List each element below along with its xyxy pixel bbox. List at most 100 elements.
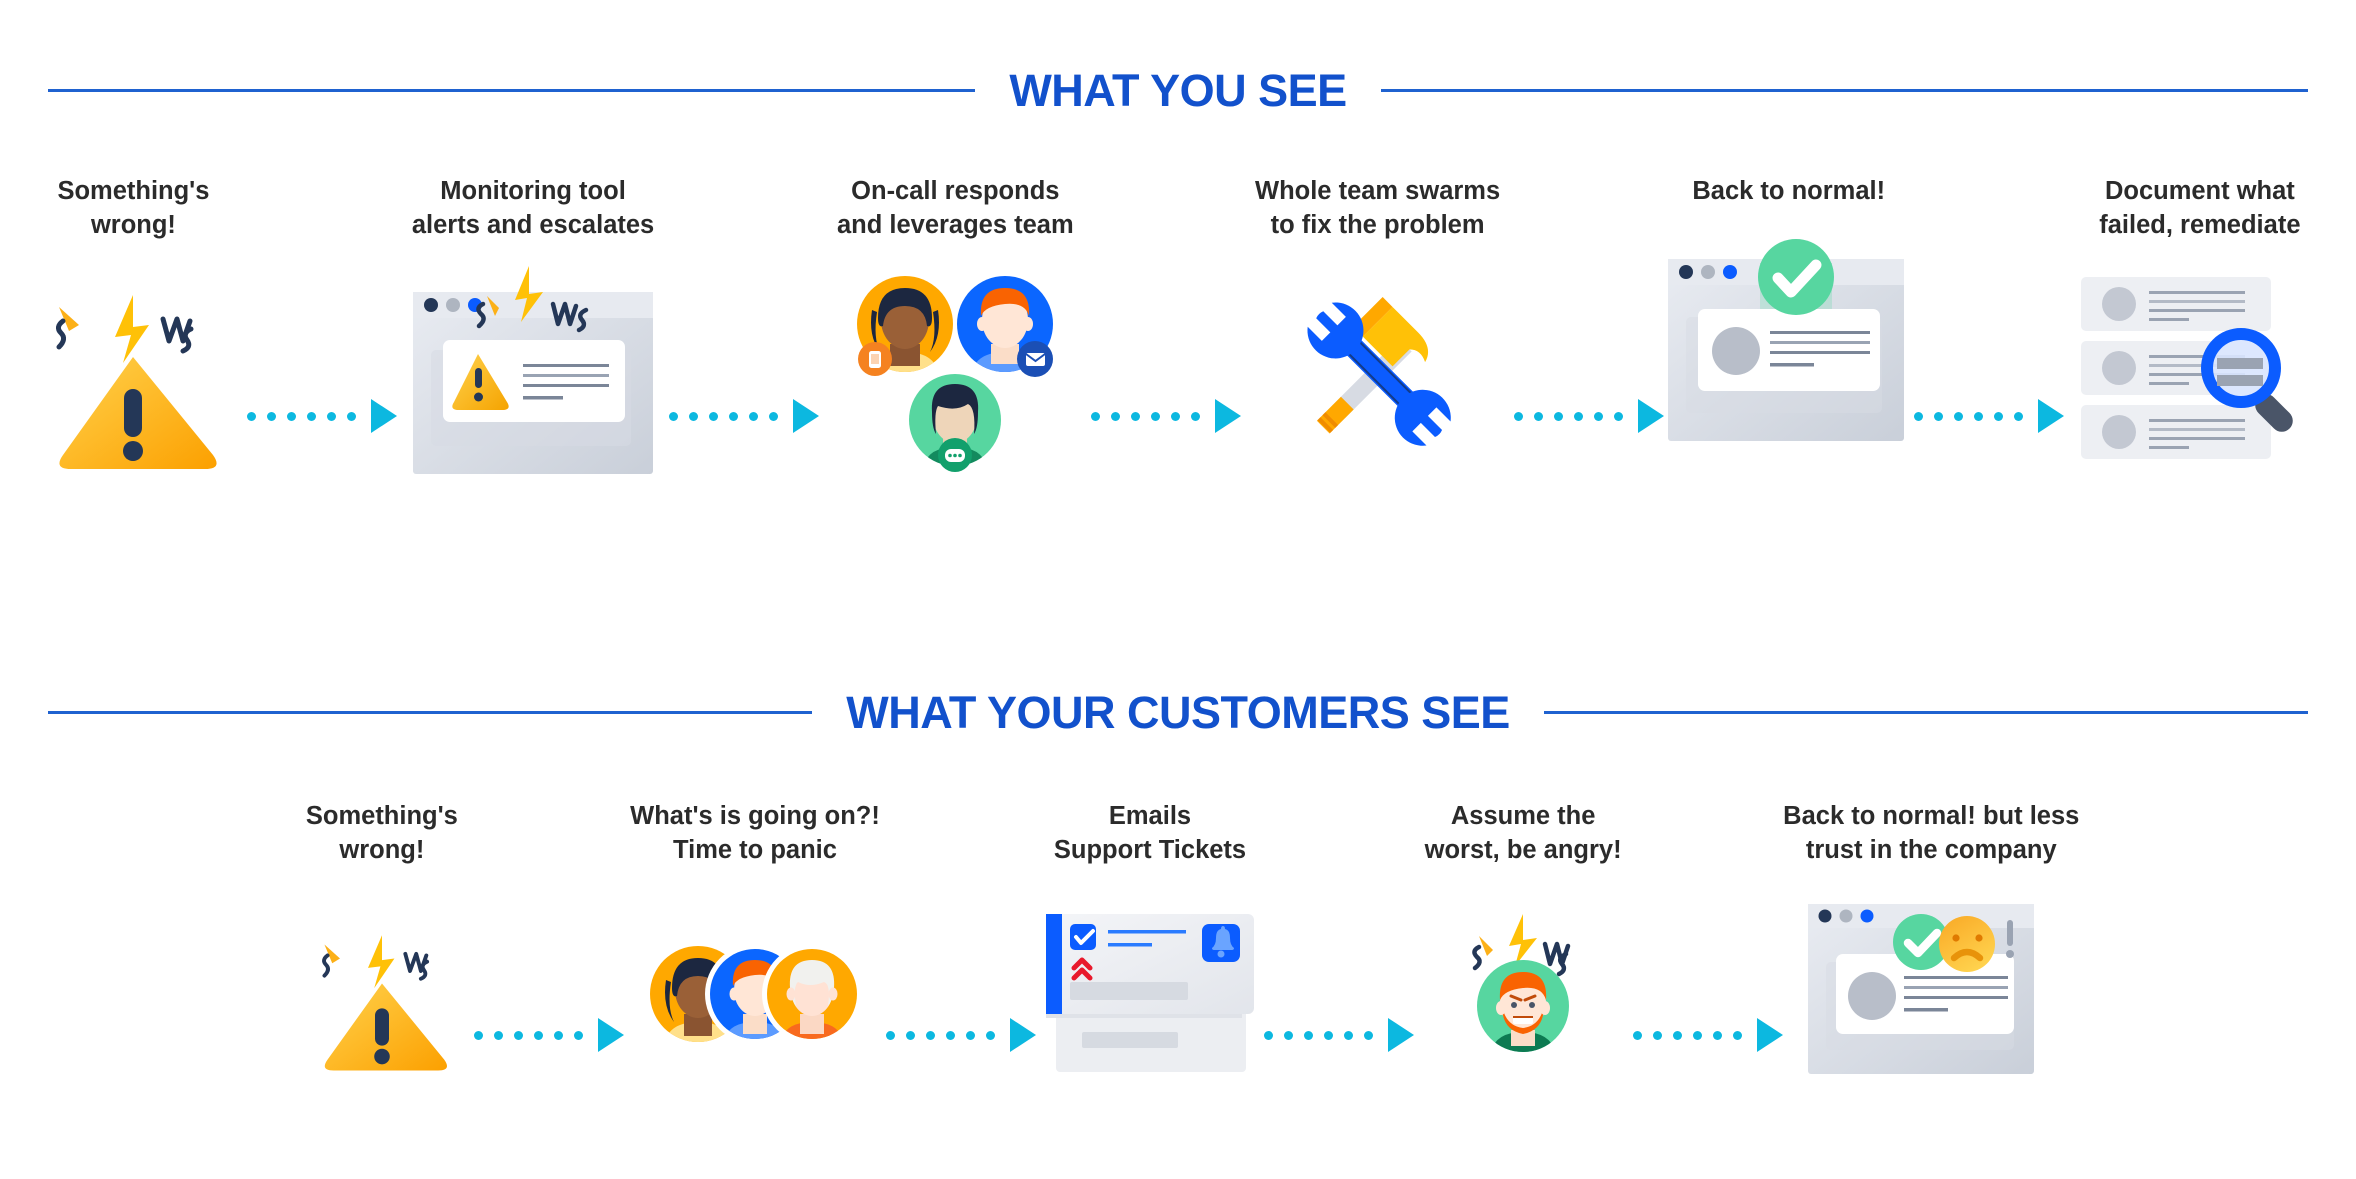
arrow-dot <box>689 411 699 421</box>
step-label: On-call responds and leverages team <box>836 177 1074 239</box>
arrow-dot <box>473 1030 483 1040</box>
arrow-dot <box>926 1030 936 1040</box>
arrow-dot <box>1692 1030 1702 1040</box>
step-label: Back to normal! <box>1692 177 1886 205</box>
step-oncall-responds: On-call responds and leverages team <box>819 175 1091 477</box>
header-rule-right <box>1543 711 2309 714</box>
step-assume-the-worst: Assume the worst, be angry! <box>1414 800 1633 1059</box>
avatar-oncall-3 <box>909 374 1002 473</box>
warning-triangle-icon <box>312 927 452 1077</box>
step-monitoring-tool: Monitoring tool alerts and escalates <box>397 175 669 476</box>
arrow-dot <box>553 1030 563 1040</box>
arrow-dot <box>1191 411 1201 421</box>
step-label: Document what failed, remediate <box>2099 177 2301 239</box>
arrow-dot <box>1263 1030 1273 1040</box>
dotted-arrow <box>669 399 820 433</box>
header-rule-left <box>48 89 976 92</box>
infographic-page: WHAT YOU SEE Something's wrong! Monitori… <box>0 0 2356 1179</box>
arrow-dot <box>1593 411 1603 421</box>
section-title: WHAT YOU SEE <box>1009 65 1347 116</box>
step-label: Back to normal! but less trust in the co… <box>1783 802 2080 864</box>
dotted-arrow <box>1263 1018 1414 1052</box>
arrow-dot <box>266 411 276 421</box>
arrow-head <box>1215 399 1242 433</box>
arrow-dot <box>749 411 759 421</box>
arrow-dot <box>2013 411 2023 421</box>
step-label: Something's wrong! <box>305 802 458 864</box>
arrow-dot <box>886 1030 896 1040</box>
browser-success-check-icon <box>1664 233 1914 448</box>
arrow-dot <box>1672 1030 1682 1040</box>
angry-customer-avatar-icon <box>1453 899 1593 1059</box>
arrow-dot <box>1283 1030 1293 1040</box>
browser-alert-window-icon <box>403 265 663 476</box>
arrow-dot <box>1933 411 1943 421</box>
arrow-dot <box>1171 411 1181 421</box>
arrow-head <box>793 399 820 433</box>
header-rule-left <box>48 711 813 714</box>
dotted-arrow <box>1632 1018 1783 1052</box>
steps-row-what-you-see: Something's wrong! Monitoring tool alert… <box>20 175 2336 477</box>
arrow-dot <box>709 411 719 421</box>
arrow-dot <box>286 411 296 421</box>
arrow-dot <box>986 1030 996 1040</box>
arrow-dot <box>906 1030 916 1040</box>
customer-avatars-group-icon <box>650 925 862 1065</box>
arrow-dot <box>1652 1030 1662 1040</box>
arrow-dot <box>246 411 256 421</box>
arrow-dot <box>1993 411 2003 421</box>
arrow-head <box>2037 399 2064 433</box>
arrow-dot <box>1573 411 1583 421</box>
steps-row-what-customers-see: Something's wrong! What's is going on?! … <box>290 800 2080 1084</box>
arrow-dot <box>966 1030 976 1040</box>
arrow-dot <box>573 1030 583 1040</box>
arrow-dot <box>533 1030 543 1040</box>
step-label: Emails Support Tickets <box>1053 802 1247 864</box>
arrow-dot <box>1513 411 1523 421</box>
arrow-head <box>1756 1018 1783 1052</box>
arrow-dot <box>1613 411 1623 421</box>
arrow-dot <box>493 1030 503 1040</box>
dotted-arrow <box>246 399 397 433</box>
arrow-dot <box>1973 411 1983 421</box>
arrow-head <box>1637 399 1664 433</box>
arrow-dot <box>1303 1030 1313 1040</box>
step-less-trust: Back to normal! but less trust in the co… <box>1783 800 2081 1084</box>
step-emails-support-tickets: Emails Support Tickets <box>1036 800 1264 1081</box>
warning-triangle-icon <box>43 286 223 476</box>
arrow-dot <box>306 411 316 421</box>
step-label: What's is going on?! Time to panic <box>630 802 880 864</box>
arrow-dot <box>669 411 679 421</box>
step-something-wrong: Something's wrong! <box>20 175 247 476</box>
arrow-head <box>1010 1018 1037 1052</box>
step-customer-something-wrong: Something's wrong! <box>290 800 474 1077</box>
browser-mixed-sentiment-icon <box>1804 889 2059 1084</box>
document-list-magnifier-icon <box>2077 268 2322 468</box>
arrow-dot <box>1953 411 1963 421</box>
section-header-what-customers-see: WHAT YOUR CUSTOMERS SEE <box>0 690 2356 735</box>
arrow-dot <box>326 411 336 421</box>
step-label: Assume the worst, be angry! <box>1424 802 1622 864</box>
step-back-to-normal: Back to normal! <box>1664 175 1914 448</box>
arrow-dot <box>1091 411 1101 421</box>
step-customer-panic: What's is going on?! Time to panic <box>624 800 887 1065</box>
step-team-swarms: Whole team swarms to fix the problem <box>1241 175 1513 462</box>
dotted-arrow <box>1913 399 2064 433</box>
arrow-dot <box>1712 1030 1722 1040</box>
arrow-head <box>1387 1018 1414 1052</box>
arrow-dot <box>513 1030 523 1040</box>
arrow-dot <box>1323 1030 1333 1040</box>
arrow-dot <box>769 411 779 421</box>
arrow-dot <box>1343 1030 1353 1040</box>
header-rule-right <box>1380 89 2308 92</box>
arrow-dot <box>346 411 356 421</box>
dotted-arrow <box>1513 399 1664 433</box>
section-header-what-you-see: WHAT YOU SEE <box>0 68 2356 113</box>
arrow-head <box>597 1018 624 1052</box>
arrow-dot <box>1111 411 1121 421</box>
arrow-dot <box>1732 1030 1742 1040</box>
step-label: Something's wrong! <box>57 177 210 239</box>
dotted-arrow <box>1091 399 1242 433</box>
arrow-dot <box>1533 411 1543 421</box>
dotted-arrow <box>473 1018 624 1052</box>
